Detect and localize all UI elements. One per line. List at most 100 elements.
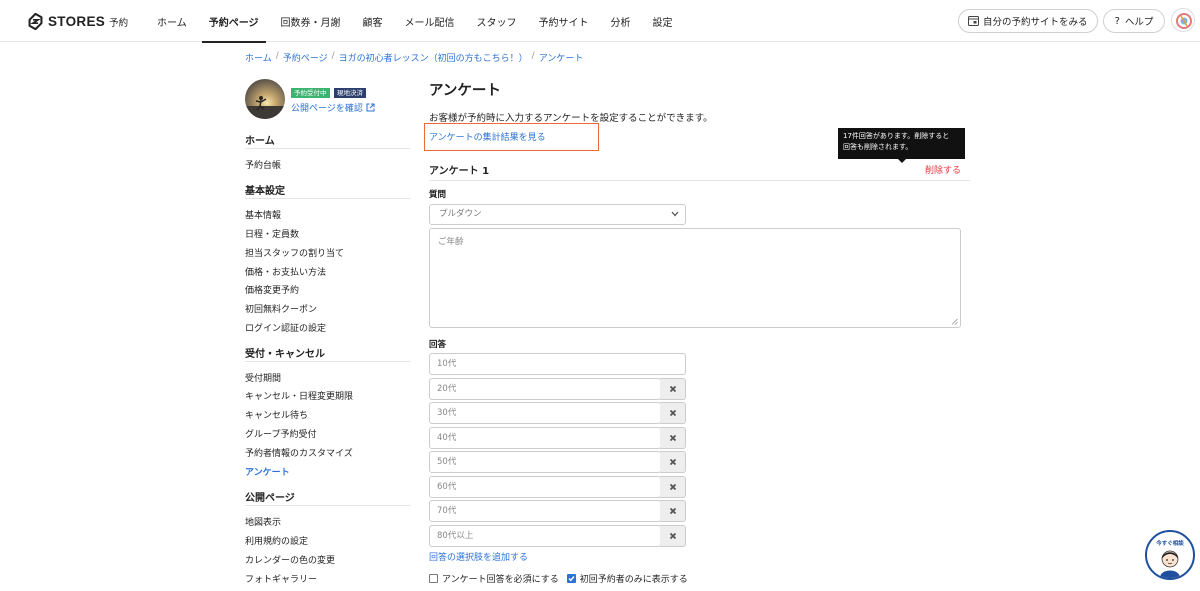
- remove-answer-button[interactable]: [660, 378, 686, 400]
- required-checkbox[interactable]: [429, 574, 438, 583]
- breadcrumb-lesson[interactable]: ヨガの初心者レッスン（初回の方もこちら！）: [339, 51, 528, 64]
- nav-booking-site[interactable]: 予約サイト: [528, 0, 600, 42]
- sidebar-item-reception-period[interactable]: 受付期間: [245, 371, 281, 384]
- survey-options: アンケート回答を必須にする 初回予約者のみに表示する: [429, 572, 688, 585]
- answer-input[interactable]: 20代: [429, 378, 661, 400]
- answer-input[interactable]: 50代: [429, 451, 661, 473]
- chat-support-widget[interactable]: 今すぐ相談: [1145, 530, 1195, 580]
- help-icon: ?: [1114, 15, 1120, 27]
- remove-answer-button[interactable]: [660, 427, 686, 449]
- breadcrumb-booking-pages[interactable]: 予約ページ: [283, 51, 328, 64]
- site-window-icon: [968, 16, 979, 26]
- sidebar-item-survey[interactable]: アンケート: [245, 465, 290, 478]
- chevron-down-icon: [671, 211, 679, 217]
- logo-subtext: 予約: [109, 17, 129, 29]
- sidebar-item-calendar-color[interactable]: カレンダーの色の変更: [245, 553, 335, 566]
- delete-survey-link[interactable]: 削除する: [925, 163, 961, 176]
- question-textarea[interactable]: ご年齢: [429, 228, 961, 328]
- remove-x-icon: [669, 434, 676, 442]
- required-label: アンケート回答を必須にする: [442, 575, 559, 585]
- sidebar-divider: [245, 148, 410, 149]
- nav-home[interactable]: ホーム: [146, 0, 198, 42]
- answer-input[interactable]: 60代: [429, 476, 661, 498]
- avatar-image: [1176, 13, 1192, 29]
- question-placeholder: ご年齢: [438, 237, 464, 247]
- tooltip-line: 17件回答があります。削除すると: [843, 132, 950, 140]
- sidebar-section-public-page: 公開ページ: [245, 493, 295, 504]
- question-type-value: プルダウン: [439, 209, 482, 219]
- sidebar-item-customer-info[interactable]: 予約者情報のカスタマイズ: [245, 446, 353, 459]
- sidebar-item-terms[interactable]: 利用規約の設定: [245, 534, 308, 547]
- remove-answer-button[interactable]: [660, 525, 686, 547]
- remove-answer-button[interactable]: [660, 451, 686, 473]
- sidebar-item-cancel-deadline[interactable]: キャンセル・日程変更期限: [245, 389, 353, 402]
- check-icon: [568, 576, 575, 582]
- sidebar-divider: [245, 505, 410, 506]
- view-public-page-link[interactable]: 公開ページを確認: [291, 101, 375, 114]
- external-link-icon: [366, 103, 375, 112]
- breadcrumb-separator: /: [331, 51, 335, 61]
- sidebar-section-reception: 受付・キャンセル: [245, 349, 325, 360]
- view-my-site-label: 自分の予約サイトをみる: [983, 17, 1088, 28]
- resize-grip-icon[interactable]: [951, 318, 958, 325]
- top-header: STORES 予約 ホーム 予約ページ 回数券・月謝 顧客 メール配信 スタッフ…: [0, 0, 1200, 43]
- sidebar-item-login-auth[interactable]: ログイン認証の設定: [245, 321, 326, 334]
- remove-answer-button[interactable]: [660, 500, 686, 522]
- answer-input[interactable]: 40代: [429, 427, 661, 449]
- remove-x-icon: [669, 532, 676, 540]
- survey-title: アンケート 1: [429, 166, 490, 177]
- logo-text: STORES: [48, 13, 106, 29]
- sidebar-item-schedule[interactable]: 日程・定員数: [245, 227, 299, 240]
- sidebar-item-price-payment[interactable]: 価格・お支払い方法: [245, 265, 326, 278]
- answer-input[interactable]: 30代: [429, 402, 661, 424]
- first-time-only-checkbox[interactable]: [566, 574, 576, 583]
- breadcrumb: ホーム / 予約ページ / ヨガの初心者レッスン（初回の方もこちら！） / アン…: [245, 51, 583, 64]
- survey-results-link[interactable]: アンケートの集計結果を見る: [429, 130, 546, 143]
- sidebar-item-photo-gallery[interactable]: フォトギャラリー: [245, 572, 317, 585]
- answer-input[interactable]: 10代: [429, 353, 686, 375]
- user-avatar[interactable]: [1171, 8, 1195, 32]
- sidebar-item-price-change[interactable]: 価格変更予約: [245, 283, 299, 296]
- first-time-only-label: 初回予約者のみに表示する: [579, 575, 688, 585]
- remove-x-icon: [669, 458, 676, 466]
- question-label: 質問: [429, 190, 447, 200]
- status-badge-onsite-payment: 現地決済: [334, 88, 366, 98]
- nav-settings[interactable]: 設定: [642, 0, 684, 42]
- stores-logo[interactable]: STORES 予約: [27, 11, 128, 31]
- sidebar-item-first-coupon[interactable]: 初回無料クーポン: [245, 302, 317, 315]
- breadcrumb-home[interactable]: ホーム: [245, 51, 272, 64]
- view-public-page-label: 公開ページを確認: [291, 104, 363, 114]
- sidebar-item-map[interactable]: 地図表示: [245, 515, 281, 528]
- remove-x-icon: [669, 507, 676, 515]
- breadcrumb-survey[interactable]: アンケート: [539, 51, 584, 64]
- remove-answer-button[interactable]: [660, 476, 686, 498]
- answer-input[interactable]: 70代: [429, 500, 661, 522]
- sidebar-item-waitlist[interactable]: キャンセル待ち: [245, 408, 308, 421]
- remove-x-icon: [669, 385, 676, 393]
- sidebar-section-home: ホーム: [245, 136, 275, 147]
- question-type-select[interactable]: プルダウン: [429, 204, 686, 225]
- sidebar-item-basic-info[interactable]: 基本情報: [245, 208, 281, 221]
- page-title: アンケート: [429, 83, 501, 99]
- remove-x-icon: [669, 409, 676, 417]
- remove-answer-button[interactable]: [660, 402, 686, 424]
- main-nav: ホーム 予約ページ 回数券・月謝 顧客 メール配信 スタッフ 予約サイト 分析 …: [146, 0, 684, 43]
- add-answer-choice-link[interactable]: 回答の選択肢を追加する: [429, 550, 528, 563]
- nav-customers[interactable]: 顧客: [352, 0, 394, 42]
- sidebar-item-booking-ledger[interactable]: 予約台帳: [245, 158, 281, 171]
- view-my-site-button[interactable]: 自分の予約サイトをみる: [958, 9, 1098, 33]
- nav-booking-pages[interactable]: 予約ページ: [198, 0, 270, 43]
- answer-input[interactable]: 80代以上: [429, 525, 661, 547]
- breadcrumb-separator: /: [531, 51, 535, 61]
- nav-analytics[interactable]: 分析: [600, 0, 642, 42]
- sidebar-item-staff-assignment[interactable]: 担当スタッフの割り当て: [245, 246, 344, 259]
- nav-mail[interactable]: メール配信: [394, 0, 466, 42]
- nav-tickets[interactable]: 回数券・月謝: [270, 0, 352, 42]
- sidebar-item-group-booking[interactable]: グループ予約受付: [245, 427, 316, 440]
- answer-label: 回答: [429, 340, 447, 350]
- remove-x-icon: [669, 483, 676, 491]
- help-button[interactable]: ? ヘルプ: [1103, 9, 1165, 33]
- sidebar-divider: [245, 198, 410, 199]
- nav-staff[interactable]: スタッフ: [466, 0, 528, 42]
- stores-logo-icon: [28, 12, 43, 30]
